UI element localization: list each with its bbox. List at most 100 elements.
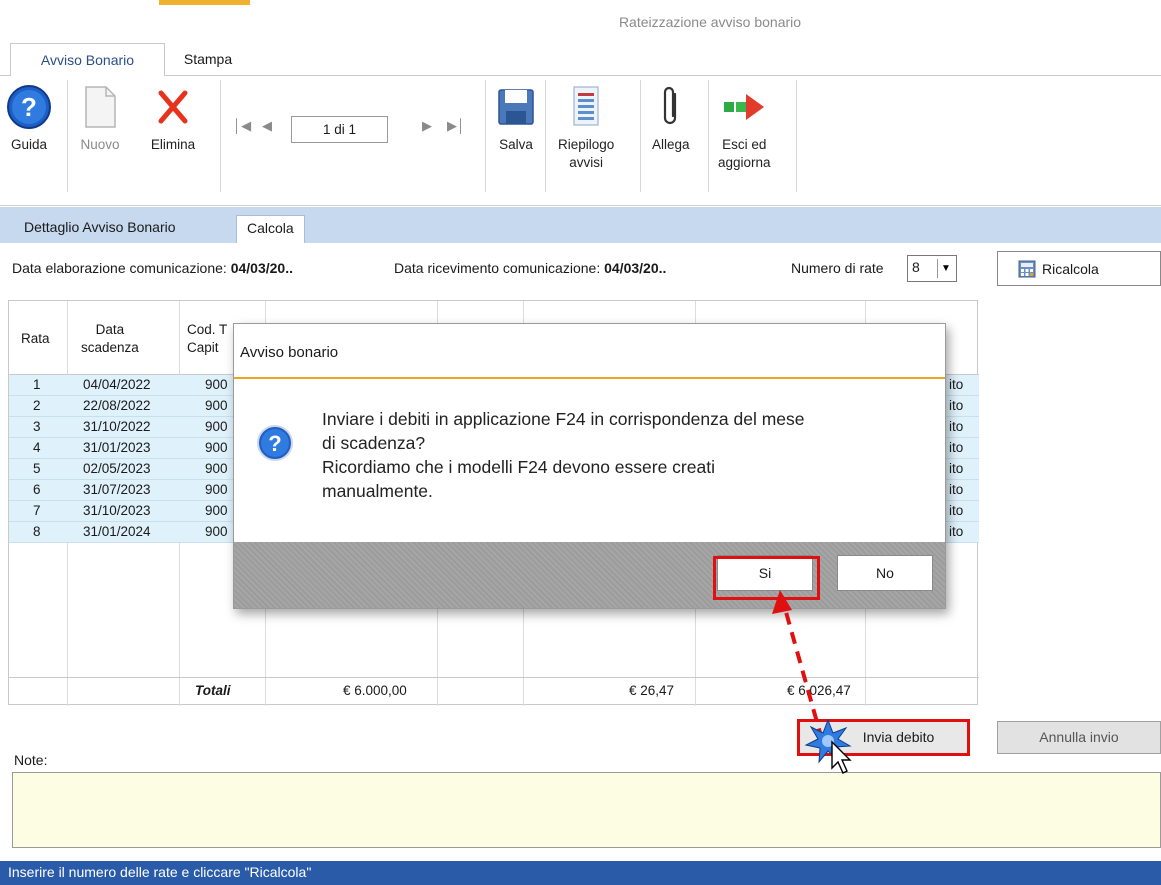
numero-rate-label: Numero di rate — [791, 260, 884, 276]
question-icon: ? — [257, 425, 293, 461]
note-label: Note: — [14, 752, 48, 768]
title-bar: Rateizzazione avviso bonario Avviso Bona… — [0, 0, 1161, 77]
context-tab-indicator — [159, 0, 250, 5]
confirm-dialog: Avviso bonario ? Inviare i debiti in app… — [233, 323, 946, 609]
ricevimento-label: Data ricevimento comunicazione: — [394, 260, 601, 276]
data-ricevimento: Data ricevimento comunicazione: 04/03/20… — [394, 260, 666, 276]
allega-label: Allega — [652, 137, 690, 152]
riepilogo-label-line1: Riepilogo — [558, 137, 615, 152]
esci-label-line2: aggiorna — [718, 155, 771, 170]
totals-label: Totali — [195, 683, 231, 698]
totals-capitale: € 6.000,00 — [343, 683, 407, 698]
ribbon-separator — [485, 80, 486, 192]
totals-row: Totali € 6.000,00 € 26,47 € 6.026,47 — [9, 677, 979, 705]
save-icon — [498, 89, 534, 125]
elaborazione-value: 04/03/20.. — [230, 260, 293, 276]
row-data: 22/08/2022 — [83, 398, 151, 413]
row-tail: ito — [949, 461, 964, 476]
ribbon-separator — [640, 80, 641, 192]
esci-label: Esci ed aggiorna — [718, 136, 771, 172]
header-data-line2: scadenza — [81, 340, 139, 355]
ribbon-separator — [67, 80, 68, 192]
numero-rate-select[interactable]: 8 ▼ — [907, 255, 957, 282]
invia-debito-highlight — [797, 719, 970, 756]
salva-label: Salva — [499, 137, 533, 152]
row-tail: ito — [949, 524, 964, 539]
row-rata: 6 — [33, 482, 41, 497]
dialog-footer: Si No — [234, 542, 945, 608]
ribbon-toolbar: ? Guida Nuovo Elimina │◀ ◀ 1 di 1 ▶ ▶│ S… — [0, 76, 1161, 206]
esci-ed-aggiorna-button[interactable]: Esci ed aggiorna — [718, 84, 771, 172]
prev-record-icon[interactable]: ◀ — [262, 118, 272, 134]
esci-label-line1: Esci ed — [722, 137, 767, 152]
nuovo-label: Nuovo — [80, 137, 120, 152]
last-record-icon[interactable]: ▶│ — [447, 118, 465, 134]
note-area[interactable] — [12, 772, 1161, 848]
ricalcola-button[interactable]: Ricalcola — [997, 251, 1161, 286]
ribbon-separator — [708, 80, 709, 192]
tab-calcola[interactable]: Calcola — [236, 215, 305, 243]
totals-totale: € 6.026,47 — [787, 683, 851, 698]
header-cod-tributo[interactable]: Cod. T Capit — [187, 321, 227, 357]
data-row: Data elaborazione comunicazione: 04/03/2… — [0, 243, 1161, 295]
row-data: 31/07/2023 — [83, 482, 151, 497]
row-data: 31/01/2024 — [83, 524, 151, 539]
riepilogo-avvisi-button[interactable]: Riepilogo avvisi — [558, 84, 614, 172]
ribbon-separator — [796, 80, 797, 192]
row-rata: 7 — [33, 503, 41, 518]
salva-button[interactable]: Salva — [496, 84, 536, 154]
calculator-icon — [1018, 260, 1036, 277]
ricalcola-label: Ricalcola — [1042, 260, 1099, 277]
list-icon — [573, 86, 599, 126]
paperclip-icon — [663, 86, 676, 125]
row-data: 31/10/2022 — [83, 419, 151, 434]
row-data: 31/10/2023 — [83, 503, 151, 518]
header-rata[interactable]: Rata — [21, 330, 50, 348]
elimina-button[interactable]: Elimina — [150, 84, 196, 154]
dialog-message-line1: Inviare i debiti in applicazione F24 in … — [322, 409, 805, 429]
riepilogo-label-line2: avvisi — [569, 155, 604, 170]
row-cod: 900 — [205, 377, 228, 392]
dialog-message-line3: Ricordiamo che i modelli F24 devono esse… — [322, 457, 715, 477]
exit-arrow-icon — [724, 94, 765, 120]
row-tail: ito — [949, 419, 964, 434]
riepilogo-label: Riepilogo avvisi — [558, 136, 614, 172]
new-document-icon — [85, 86, 116, 128]
dialog-message: Inviare i debiti in applicazione F24 in … — [322, 407, 932, 503]
row-rata: 2 — [33, 398, 41, 413]
guida-button[interactable]: ? Guida — [6, 84, 52, 154]
row-cod: 900 — [205, 398, 228, 413]
tab-dettaglio-avviso-bonario[interactable]: Dettaglio Avviso Bonario — [14, 215, 186, 243]
row-cod: 900 — [205, 524, 228, 539]
ribbon-tab-stampa[interactable]: Stampa — [166, 43, 250, 77]
row-rata: 4 — [33, 440, 41, 455]
row-rata: 8 — [33, 524, 41, 539]
svg-text:?: ? — [21, 92, 37, 122]
si-highlight — [713, 556, 820, 600]
record-navigator[interactable]: 1 di 1 — [291, 116, 388, 143]
numero-rate-value: 8 — [912, 259, 920, 275]
row-rata: 1 — [33, 377, 41, 392]
ribbon-tab-avviso-bonario[interactable]: Avviso Bonario — [10, 43, 165, 77]
data-elaborazione: Data elaborazione comunicazione: 04/03/2… — [12, 260, 293, 276]
row-tail: ito — [949, 503, 964, 518]
next-record-icon[interactable]: ▶ — [422, 118, 432, 134]
totals-interessi: € 26,47 — [629, 683, 675, 698]
first-record-icon[interactable]: │◀ — [233, 118, 251, 134]
row-tail: ito — [949, 398, 964, 413]
elaborazione-label: Data elaborazione comunicazione: — [12, 260, 227, 276]
delete-icon — [158, 90, 188, 124]
row-rata: 5 — [33, 461, 41, 476]
annulla-invio-button[interactable]: Annulla invio — [997, 721, 1161, 754]
nuovo-button[interactable]: Nuovo — [80, 84, 120, 154]
no-button[interactable]: No — [837, 555, 933, 591]
help-icon: ? — [7, 85, 51, 129]
row-data: 04/04/2022 — [83, 377, 151, 392]
form-tabs: Dettaglio Avviso Bonario Calcola — [0, 207, 1161, 243]
row-tail: ito — [949, 440, 964, 455]
elimina-label: Elimina — [150, 137, 196, 152]
allega-button[interactable]: Allega — [652, 84, 690, 154]
dialog-message-line2: di scadenza? — [322, 433, 426, 453]
row-cod: 900 — [205, 482, 228, 497]
header-data-scadenza[interactable]: Data scadenza — [81, 321, 139, 357]
